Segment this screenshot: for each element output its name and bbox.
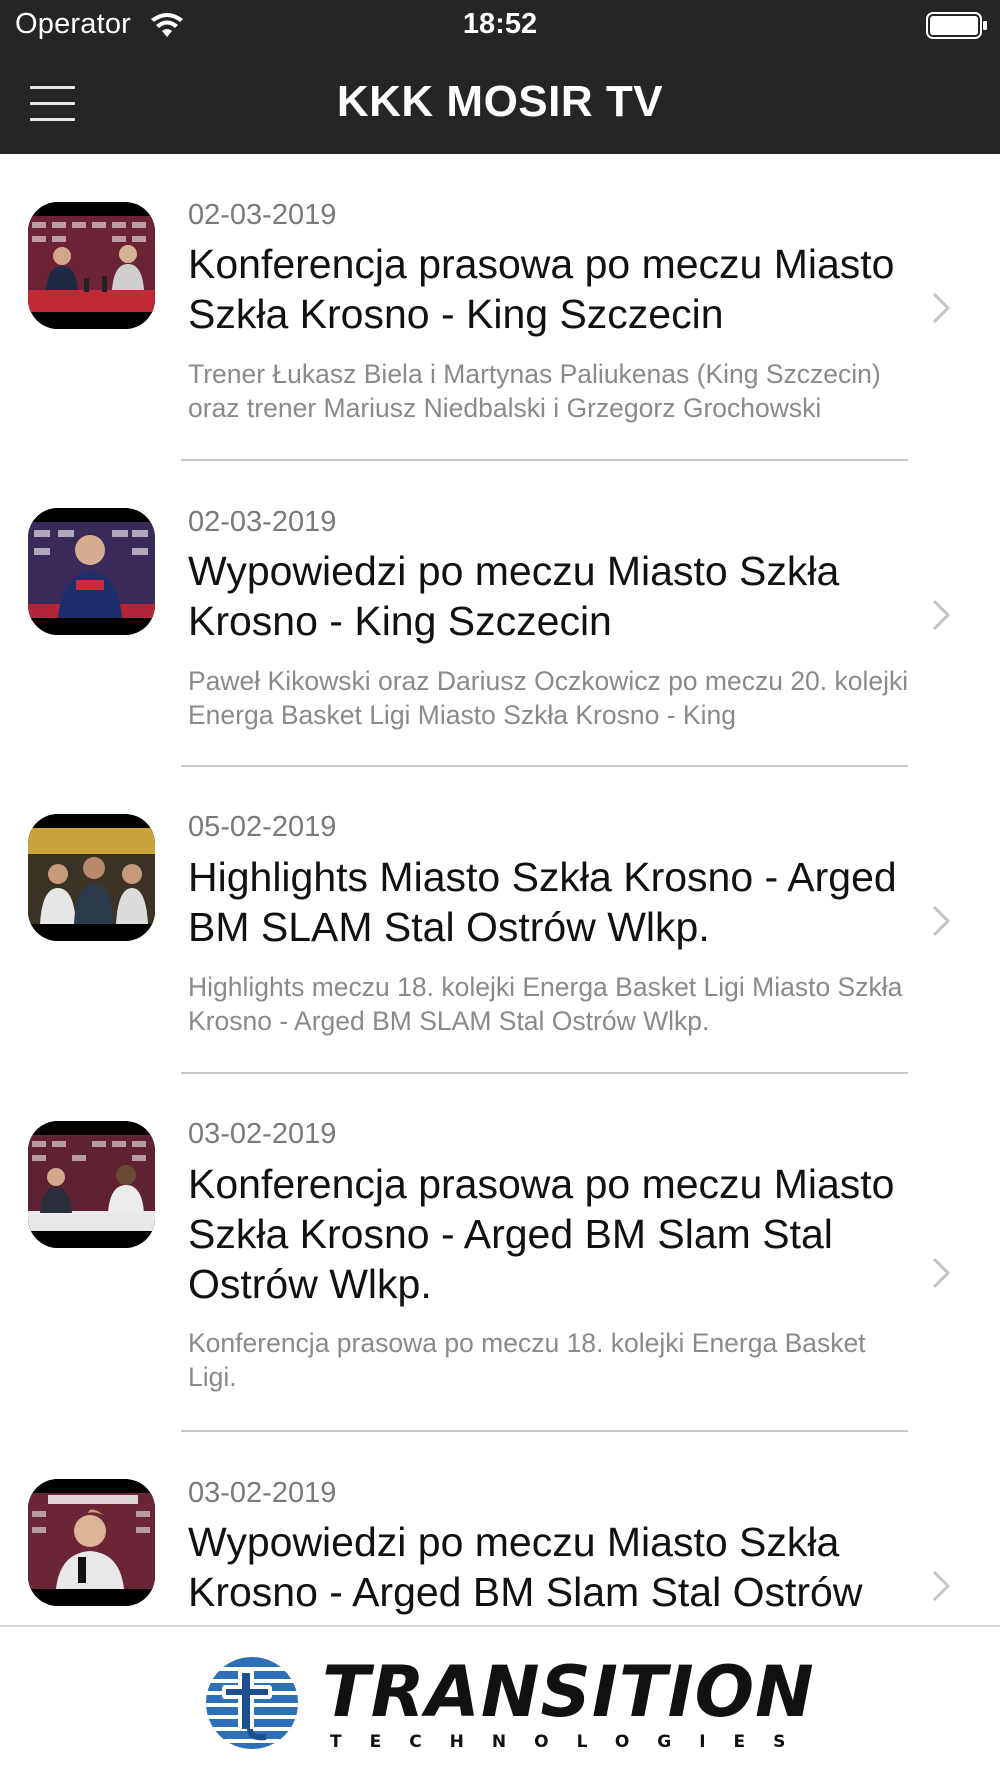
chevron-right-icon [932, 1257, 951, 1289]
video-thumbnail [28, 1479, 155, 1606]
video-date: 05-02-2019 [188, 811, 337, 843]
video-date: 03-02-2019 [188, 1118, 337, 1150]
chevron-right-icon [932, 599, 951, 631]
video-thumbnail [28, 508, 155, 635]
battery-full-icon [926, 12, 987, 39]
chevron-right-icon [932, 1570, 951, 1602]
list-item[interactable]: 02-03-2019 Konferencja prasowa po meczu … [0, 154, 1000, 423]
brand-subtitle: TECHNOLOGIES [330, 1732, 814, 1752]
video-description: Paweł Kikowski oraz Dariusz Oczkowicz po… [188, 666, 909, 730]
list-item[interactable]: 03-02-2019 Wypowiedzi po meczu Miasto Sz… [0, 1432, 1000, 1625]
list-item[interactable]: 02-03-2019 Wypowiedzi po meczu Miasto Sz… [0, 461, 1000, 730]
status-bar: Operator 18:52 [0, 0, 1000, 52]
video-description: Trener Łukasz Biela i Martynas Paliukena… [188, 359, 881, 423]
video-date: 03-02-2019 [188, 1477, 337, 1509]
navigation-bar: KKK MOSIR TV [0, 52, 1000, 154]
video-description: Konferencja prasowa po meczu 18. kolejki… [188, 1328, 866, 1392]
video-title: Konferencja prasowa po meczu Miasto Szkł… [188, 241, 895, 337]
video-thumbnail [28, 202, 155, 329]
video-description: Highlights meczu 18. kolejki Energa Bask… [188, 972, 903, 1036]
list-item[interactable]: 03-02-2019 Konferencja prasowa po meczu … [0, 1074, 1000, 1430]
video-title: Wypowiedzi po meczu Miasto Szkła Krosno … [188, 1519, 863, 1615]
list-item[interactable]: 05-02-2019 Highlights Miasto Szkła Krosn… [0, 767, 1000, 1036]
brand-name: TRANSITION [322, 1651, 815, 1733]
video-thumbnail [28, 814, 155, 941]
chevron-right-icon [932, 292, 951, 324]
video-title: Highlights Miasto Szkła Krosno - Arged B… [188, 854, 897, 950]
footer-branding: TRANSITION TECHNOLOGIES [0, 1625, 1000, 1778]
video-thumbnail [28, 1121, 155, 1248]
transition-logo-icon [206, 1657, 298, 1749]
video-title: Wypowiedzi po meczu Miasto Szkła Krosno … [188, 548, 840, 644]
video-title: Konferencja prasowa po meczu Miasto Szkł… [188, 1161, 895, 1307]
app-title: KKK MOSIR TV [336, 77, 664, 126]
video-list[interactable]: 02-03-2019 Konferencja prasowa po meczu … [0, 154, 1000, 1625]
clock: 18:52 [462, 8, 538, 40]
video-date: 02-03-2019 [188, 199, 337, 231]
video-date: 02-03-2019 [188, 506, 337, 538]
chevron-right-icon [932, 905, 951, 937]
